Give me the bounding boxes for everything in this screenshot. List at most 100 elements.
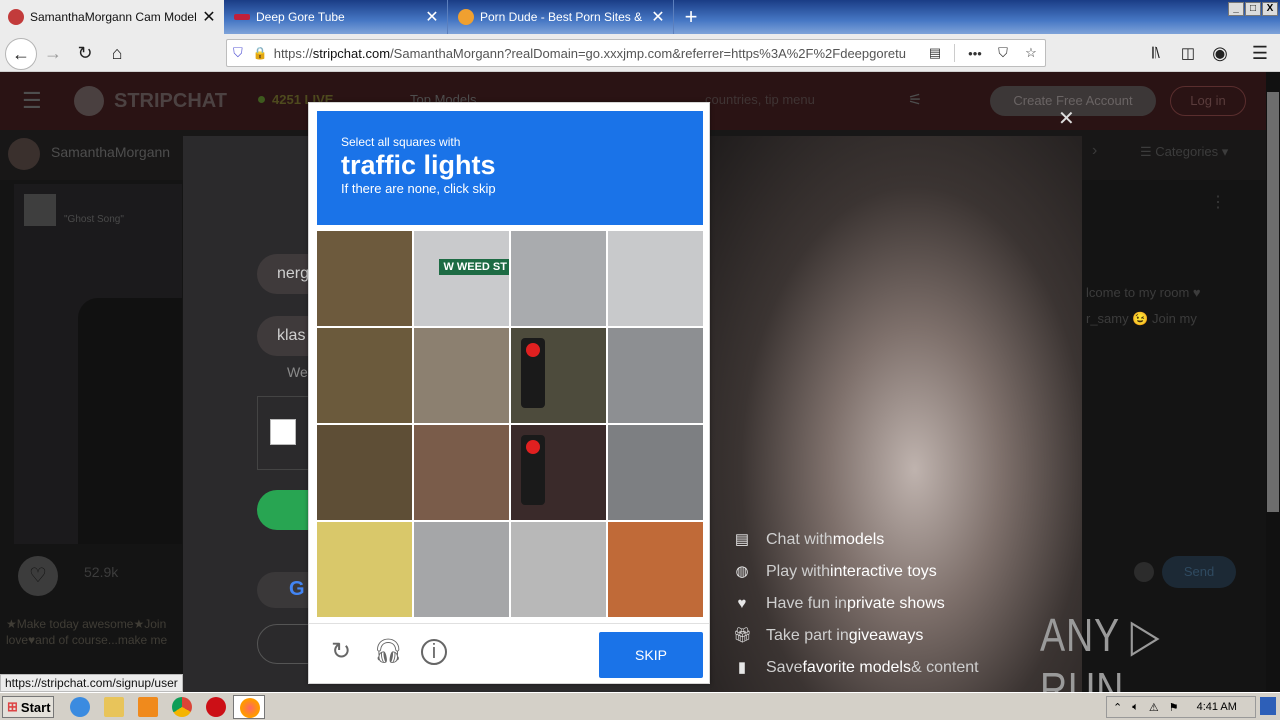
library-icon: 𝄃\ (1152, 44, 1160, 62)
back-button[interactable]: ← (5, 38, 37, 70)
login-button[interactable]: Log in (1170, 86, 1246, 116)
porndude-favicon-icon (458, 9, 474, 25)
ie-icon[interactable] (70, 697, 90, 717)
captcha-grid: W WEED ST (317, 231, 703, 617)
info-icon[interactable]: i (421, 639, 447, 665)
captcha-tile[interactable] (414, 522, 509, 617)
filter-icon[interactable]: ⚟ (908, 90, 922, 110)
lock-icon[interactable]: 🔒 (253, 46, 268, 60)
like-button[interactable]: ♡ (18, 556, 58, 596)
tab-stripchat[interactable]: SamanthaMorgann Cam Model: Fr ✕ (0, 0, 224, 34)
restore-button[interactable]: □ (1245, 2, 1261, 16)
captcha-tile[interactable] (511, 425, 606, 520)
captcha-tile[interactable] (608, 522, 703, 617)
feature-item: ◍ Play with interactive toys (733, 563, 936, 581)
reader-view-icon[interactable]: ▤ (922, 45, 948, 61)
captcha-tile[interactable] (608, 328, 703, 423)
traffic-light (521, 435, 545, 505)
captcha-tile[interactable] (317, 231, 412, 326)
firefox-taskbar-button[interactable] (233, 695, 265, 719)
reload-challenge-icon[interactable]: ↻ (327, 638, 355, 666)
feature-item: 🎁︎ Take part in giveaways (733, 627, 924, 644)
clock: 4:41 AM (1196, 701, 1237, 713)
captcha-tile[interactable] (317, 522, 412, 617)
site-logo[interactable]: STRIPCHAT (114, 90, 227, 113)
action-center-flag-icon[interactable]: ⚑ (1169, 701, 1179, 714)
chrome-icon[interactable] (172, 697, 192, 717)
pocket-icon[interactable]: ⛉ (989, 45, 1017, 61)
opera-icon[interactable] (206, 697, 226, 717)
tab-title: SamanthaMorgann Cam Model: Fr (30, 10, 196, 24)
page-scrollbar[interactable] (1266, 72, 1280, 692)
song-title: "Ghost Song" (64, 214, 124, 225)
tracking-shield-icon[interactable]: ⛉ (233, 45, 243, 61)
url-text[interactable]: https://stripchat.com/SamanthaMorgann?re… (274, 46, 922, 61)
street-sign: W WEED ST (439, 259, 509, 275)
audio-challenge-icon[interactable]: 🎧︎ (373, 638, 403, 666)
network-warning-icon[interactable]: ⚠ (1149, 701, 1159, 714)
start-button[interactable]: ⊞ Start (2, 696, 54, 718)
tray-expand-icon[interactable]: ⌃ (1113, 701, 1122, 714)
hint-text: We (287, 364, 308, 380)
send-button[interactable]: Send (1162, 556, 1236, 588)
video-player[interactable]: "Ghost Song" (14, 184, 182, 544)
captcha-tile[interactable] (511, 522, 606, 617)
captcha-tile[interactable] (414, 328, 509, 423)
account-button[interactable]: ◉ (1207, 40, 1233, 66)
chat-message: lcome to my room ♥ (1086, 285, 1201, 300)
account-icon: ◉ (1212, 42, 1228, 63)
bookmark-star-icon[interactable]: ☆ (1017, 45, 1045, 61)
captcha-tile[interactable] (414, 425, 509, 520)
scrollbar-thumb[interactable] (1267, 92, 1279, 512)
status-url: https://stripchat.com/signup/user (0, 674, 183, 692)
deepgore-favicon-icon (234, 14, 250, 20)
emoji-icon[interactable] (1134, 562, 1154, 582)
captcha-tile[interactable] (511, 328, 606, 423)
recaptcha-checkbox[interactable] (270, 419, 296, 445)
url-bar[interactable]: ⛉ 🔒 https://stripchat.com/SamanthaMorgan… (226, 39, 1046, 67)
captcha-tile[interactable] (608, 231, 703, 326)
captcha-tile[interactable] (511, 231, 606, 326)
captcha-tile[interactable] (317, 425, 412, 520)
explorer-icon[interactable] (104, 697, 124, 717)
captcha-tile[interactable] (317, 328, 412, 423)
traffic-light (521, 338, 545, 408)
close-window-button[interactable]: X (1262, 2, 1278, 16)
heart-icon: ♥ (737, 595, 747, 612)
close-tab-icon[interactable]: ✕ (425, 7, 439, 27)
captcha-tile[interactable] (608, 425, 703, 520)
more-options-icon[interactable]: ⋮ (1210, 192, 1226, 212)
forward-button[interactable]: → (40, 40, 66, 66)
close-tab-icon[interactable]: ✕ (202, 7, 216, 27)
tab-deep-gore[interactable]: Deep Gore Tube ✕ (226, 0, 448, 34)
minimize-button[interactable]: _ (1228, 2, 1244, 16)
divider (954, 44, 955, 62)
reload-button[interactable]: ↻ (72, 40, 98, 66)
categories-menu[interactable]: ☰ Categories ▾ (1140, 144, 1228, 160)
search-input[interactable]: countries, tip menu (705, 92, 815, 107)
tab-title: Deep Gore Tube (256, 10, 345, 24)
close-tab-icon[interactable]: ✕ (651, 7, 665, 27)
bookmark-icon: ▮ (737, 659, 747, 676)
home-icon: ⌂ (111, 42, 123, 63)
site-menu-icon[interactable]: ☰ (22, 88, 42, 114)
library-button[interactable]: 𝄃\ (1143, 40, 1169, 66)
media-player-icon[interactable] (138, 697, 158, 717)
sidebar-button[interactable]: ◫ (1175, 40, 1201, 66)
page-actions-icon[interactable]: ••• (961, 46, 989, 61)
skip-button[interactable]: SKIP (599, 632, 703, 678)
tab-porn-dude[interactable]: Porn Dude - Best Porn Sites & Free ✕ (450, 0, 674, 34)
model-name[interactable]: SamanthaMorgann (51, 144, 170, 160)
volume-icon[interactable]: 🔈︎ (1132, 701, 1139, 714)
captcha-tile[interactable]: W WEED ST (414, 231, 509, 326)
show-desktop-button[interactable] (1260, 697, 1276, 715)
navigation-toolbar: ← → ↻ ⌂ ⛉ 🔒 https://stripchat.com/Samant… (0, 34, 1280, 72)
menu-button[interactable]: ☰ (1247, 40, 1273, 66)
new-tab-button[interactable]: + (680, 4, 702, 30)
model-avatar[interactable] (8, 138, 40, 170)
close-modal-icon[interactable]: ✕ (1058, 106, 1075, 131)
chevron-right-icon[interactable]: › (1092, 142, 1097, 160)
home-button[interactable]: ⌂ (104, 40, 130, 66)
chat-icon: ▤ (734, 531, 750, 548)
firefox-icon (240, 698, 260, 718)
